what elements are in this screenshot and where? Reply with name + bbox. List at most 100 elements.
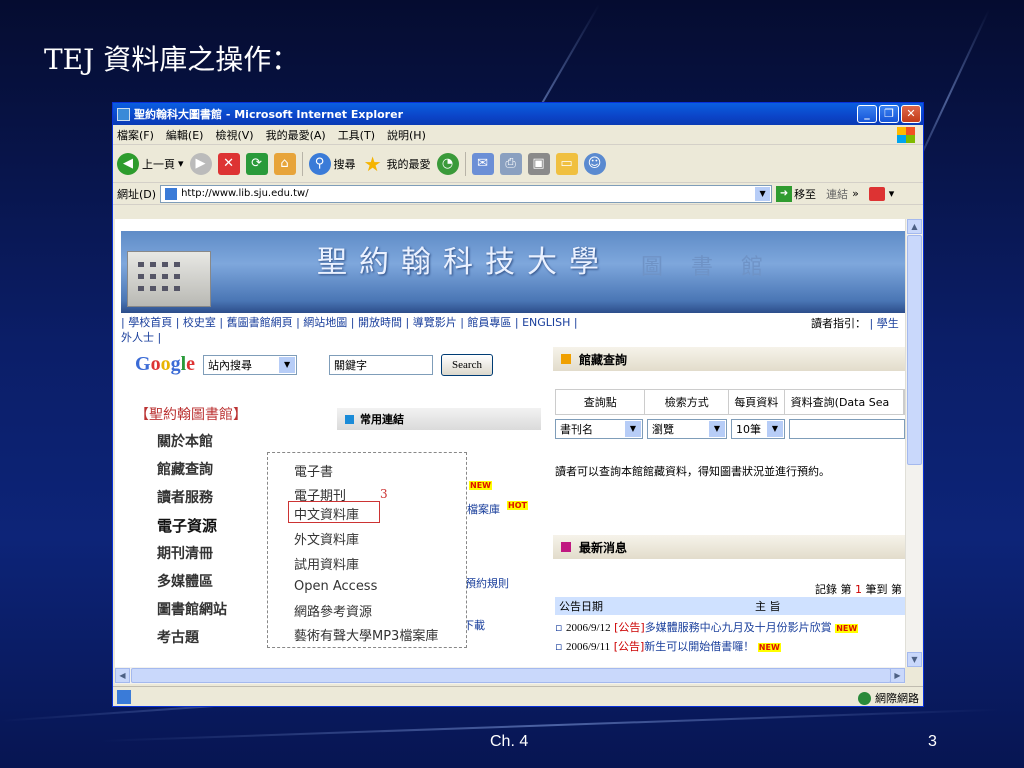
google-search-button[interactable]: Search xyxy=(441,353,494,376)
news-row[interactable]: ▫ 2006/9/12 [公告]多媒體服務中心九月及十月份影片欣賞 NEW xyxy=(555,619,859,635)
chevron-more-icon[interactable]: » xyxy=(852,187,859,200)
refresh-icon[interactable]: ⟳ xyxy=(245,152,268,175)
news-date: 2006/9/11 xyxy=(565,641,611,653)
menu-library-sites[interactable]: 圖書館網站 xyxy=(157,599,227,619)
google-search: Google 站內搜尋 ▼ Search xyxy=(135,353,494,376)
square-icon xyxy=(561,542,571,552)
bullet-icon: ▫ xyxy=(555,640,563,653)
slide-title: TEJ 資料庫之操作： xyxy=(44,43,300,76)
reader-guide: 讀者指引： | 學生 xyxy=(811,315,899,331)
news-tag: [公告] xyxy=(613,640,645,653)
star-icon: ★ xyxy=(363,151,382,176)
new-badge: NEW xyxy=(469,481,492,490)
reader-guide-link[interactable]: | 學生 xyxy=(870,317,899,330)
new-badge: NEW xyxy=(757,643,781,652)
search-scope-select[interactable]: 站內搜尋 ▼ xyxy=(203,354,298,375)
scroll-down-icon[interactable]: ▼ xyxy=(907,652,922,667)
search-button[interactable]: ⚲ 搜尋 xyxy=(308,152,356,175)
link-peek-reserve[interactable]: 預約規則 xyxy=(465,575,509,591)
news-row[interactable]: ▫ 2006/9/11 [公告]新生可以開始借書囉！ NEW xyxy=(555,638,781,654)
slide-footer-chapter: Ch. 4 xyxy=(490,733,529,750)
chevron-down-icon: ▼ xyxy=(625,421,641,437)
menu-past-exams[interactable]: 考古題 xyxy=(157,627,199,647)
data-query-input[interactable] xyxy=(789,419,905,439)
horizontal-scrollbar[interactable]: ◀ ▶ xyxy=(115,667,905,684)
news-col-subject: 主 旨 xyxy=(755,600,781,613)
submenu-open-access[interactable]: Open Access xyxy=(294,579,377,594)
scroll-up-icon[interactable]: ▲ xyxy=(907,219,922,234)
messenger-icon[interactable]: ☺ xyxy=(583,152,606,175)
col-header: 每頁資料 xyxy=(729,390,785,414)
submenu-chinese-databases[interactable]: 中文資料庫 xyxy=(294,504,359,523)
news-text[interactable]: 新生可以開始借書囉！ xyxy=(644,640,754,653)
site-banner[interactable]: 聖約翰科技大學 圖書館 xyxy=(121,231,905,313)
mail-icon[interactable]: ✉ xyxy=(471,152,494,175)
window-titlebar[interactable]: 聖約翰科大圖書館 - Microsoft Internet Explorer _… xyxy=(113,103,923,125)
page-size-select[interactable]: 10筆 ▼ xyxy=(731,419,785,439)
go-button[interactable]: ➜ 移至 xyxy=(776,185,816,202)
menu-about[interactable]: 關於本館 xyxy=(157,431,213,451)
link-peek-archive[interactable]: 檔案庫 xyxy=(467,501,500,517)
page-icon xyxy=(165,187,178,200)
nav-links-wrap[interactable]: 外人士 | xyxy=(121,331,161,344)
submenu-ebooks[interactable]: 電子書 xyxy=(294,461,333,480)
common-links-header: 常用連結 xyxy=(337,408,541,430)
collection-table-header: 查詢點 檢索方式 每頁資料 資料查詢(Data Sea xyxy=(555,389,905,415)
print-icon[interactable]: ⎙ xyxy=(499,152,522,175)
menu-catalog[interactable]: 館藏查詢 xyxy=(157,459,213,479)
menu-reader-services[interactable]: 讀者服務 xyxy=(157,487,213,507)
links-label[interactable]: 連結 xyxy=(826,186,848,202)
address-input[interactable]: http://www.lib.sju.edu.tw/ ▼ xyxy=(160,184,773,203)
submenu-trial-databases[interactable]: 試用資料庫 xyxy=(294,554,359,573)
menu-help[interactable]: 說明(H) xyxy=(387,127,426,143)
search-method-select[interactable]: 瀏覽 ▼ xyxy=(647,419,727,439)
bullet-icon: ▫ xyxy=(555,621,563,634)
common-links-title: 常用連結 xyxy=(360,413,404,426)
news-text[interactable]: 多媒體服務中心九月及十月份影片欣賞 xyxy=(645,621,832,634)
scroll-thumb[interactable] xyxy=(131,668,891,683)
menu-multimedia[interactable]: 多媒體區 xyxy=(157,571,213,591)
col-header: 查詢點 xyxy=(556,390,646,414)
history-icon[interactable]: ◔ xyxy=(436,152,459,175)
menu-file[interactable]: 檔案(F) xyxy=(117,127,154,143)
chevron-down-icon[interactable]: ▼ xyxy=(755,186,771,201)
favorites-button[interactable]: ★ 我的最愛 xyxy=(362,153,431,175)
translate-icon[interactable] xyxy=(868,186,885,201)
new-badge: NEW xyxy=(835,624,859,633)
search-field-select[interactable]: 書刊名 ▼ xyxy=(555,419,643,439)
close-button[interactable]: ✕ xyxy=(901,105,921,123)
nav-links[interactable]: | 學校首頁 | 校史室 | 舊圖書館網頁 | 網站地圖 | 開放時間 | 導覽… xyxy=(121,315,901,345)
menu-e-resources[interactable]: 電子資源 xyxy=(157,515,217,536)
forward-arrow-icon[interactable]: ▶ xyxy=(189,152,212,175)
scroll-left-icon[interactable]: ◀ xyxy=(115,668,130,683)
submenu-mp3-archive[interactable]: 藝術有聲大學MP3檔案庫 xyxy=(294,625,438,644)
minimize-button[interactable]: _ xyxy=(857,105,877,123)
menu-view[interactable]: 檢視(V) xyxy=(215,127,253,143)
keyword-input[interactable] xyxy=(329,354,434,375)
stop-icon[interactable]: ✕ xyxy=(217,152,240,175)
nav-links-text[interactable]: | 學校首頁 | 校史室 | 舊圖書館網頁 | 網站地圖 | 開放時間 | 導覽… xyxy=(121,316,578,329)
toolbar: ◀ 上一頁 ▾ ▶ ✕ ⟳ ⌂ ⚲ 搜尋 ★ 我的最愛 ◔ ✉ ⎙ ▣ ▭ ☺ xyxy=(113,145,923,183)
edit-icon[interactable]: ▣ xyxy=(527,152,550,175)
scroll-right-icon[interactable]: ▶ xyxy=(890,668,905,683)
menu-edit[interactable]: 編輯(E) xyxy=(166,127,204,143)
menu-favorites[interactable]: 我的最愛(A) xyxy=(266,127,326,143)
news-header: 最新消息 xyxy=(553,535,905,559)
back-button[interactable]: ◀ 上一頁 ▾ xyxy=(117,152,184,175)
window-title: 聖約翰科大圖書館 - Microsoft Internet Explorer xyxy=(134,108,403,121)
menu-journals[interactable]: 期刊清冊 xyxy=(157,543,213,563)
ie-page-icon xyxy=(117,107,130,121)
folder-icon[interactable]: ▭ xyxy=(555,152,578,175)
home-icon[interactable]: ⌂ xyxy=(273,152,296,175)
collection-title: 館藏查詢 xyxy=(579,352,628,367)
vertical-scrollbar[interactable]: ▲ ▼ xyxy=(905,219,922,667)
windows-logo-icon xyxy=(897,126,915,143)
submenu-foreign-databases[interactable]: 外文資料庫 xyxy=(294,529,359,548)
search-icon: ⚲ xyxy=(308,152,331,175)
restore-button[interactable]: ❐ xyxy=(879,105,899,123)
col-header: 檢索方式 xyxy=(645,390,729,414)
news-date: 2006/9/12 xyxy=(565,622,611,634)
scroll-thumb[interactable] xyxy=(907,235,922,465)
menu-tools[interactable]: 工具(T) xyxy=(338,127,375,143)
submenu-web-references[interactable]: 網路參考資源 xyxy=(294,601,372,620)
